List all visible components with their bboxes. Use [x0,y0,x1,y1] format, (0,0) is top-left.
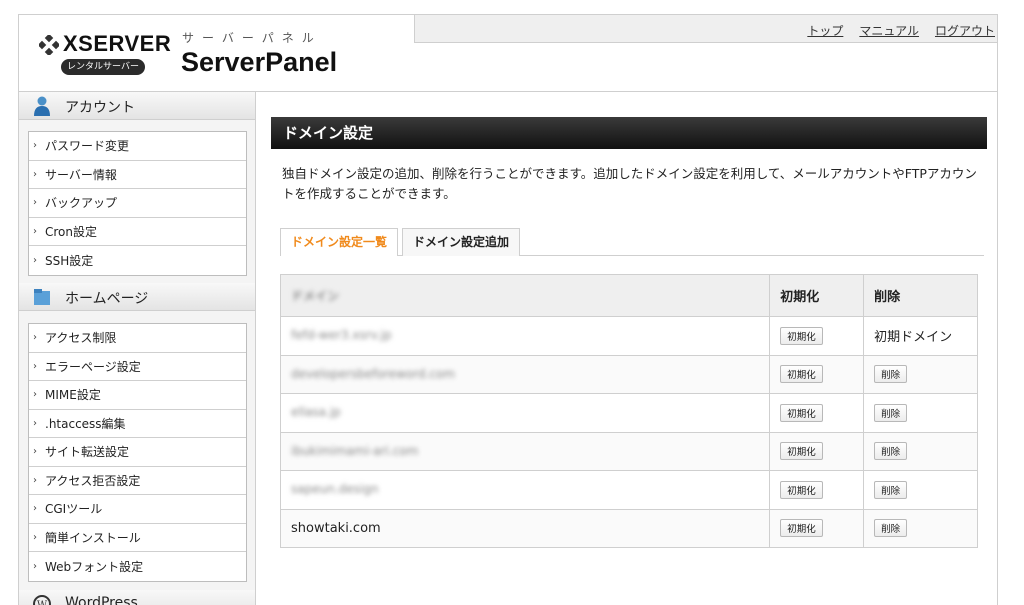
header-domain: ドメイン [280,274,770,317]
logout-link[interactable]: ログアウト [935,22,995,39]
table-row: ibukimimami-ari.com 初期化 削除 [280,432,978,471]
table-row: fefd-wer3.xsrv.jp 初期化 初期ドメイン [280,316,978,356]
arrow-icon: › [33,531,37,543]
sidebar-section-title: ホームページ [65,291,149,307]
panel-subtitle: サーバーパネル [182,31,322,45]
init-cell: 初期化 [769,316,864,356]
arrow-icon: › [33,197,37,209]
arrow-icon: › [33,446,37,458]
table-row: sapeun.design 初期化 削除 [280,470,978,510]
sidebar-section-title: WordPress [65,595,138,605]
sidebar-item-server-info[interactable]: › サーバー情報 [29,161,246,189]
init-button[interactable]: 初期化 [780,326,823,345]
arrow-icon: › [33,560,37,572]
sidebar-item-ssh[interactable]: › SSH設定 [29,246,246,275]
wordpress-icon: W [33,595,51,605]
manual-link[interactable]: マニュアル [859,22,919,39]
delete-button[interactable]: 削除 [874,519,908,538]
header-init: 初期化 [769,274,864,317]
sidebar-item-password[interactable]: › パスワード変更 [29,132,246,161]
header-delete: 削除 [863,274,978,317]
sidebar-list-account: › パスワード変更 › サーバー情報 › バックアップ › Cron設定 › SSH設定 [28,131,247,276]
sidebar-section-title: アカウント [65,100,135,116]
sidebar-item-mime[interactable]: › MIME設定 [29,381,246,410]
delete-cell: 削除 [863,355,978,394]
domain-cell: ibukimimami-ari.com [280,432,770,471]
sidebar-item-backup[interactable]: › バックアップ [29,189,246,218]
sidebar-item-cron[interactable]: › Cron設定 [29,218,246,246]
logo-area: XSERVER レンタルサーバー サーバーパネル ServerPanel [19,15,414,91]
init-button[interactable]: 初期化 [780,403,823,422]
arrow-icon: › [33,254,37,266]
domain-cell: ellasa.jp [280,393,770,433]
rental-badge: レンタルサーバー [61,59,145,75]
init-button[interactable]: 初期化 [780,480,823,499]
delete-button[interactable]: 削除 [874,480,908,499]
sidebar: アカウント › パスワード変更 › サーバー情報 › バックアップ › Cron設定 ›… [18,92,256,605]
svg-text:W: W [37,600,48,605]
delete-cell: 削除 [863,509,978,548]
domain-cell: fefd-wer3.xsrv.jp [280,316,770,356]
arrow-icon: › [33,389,37,401]
header-nav-bar: トップ マニュアル ログアウト [414,15,997,43]
table-row: showtaki.com 初期化 削除 [280,509,978,548]
sidebar-item-cgi[interactable]: › CGIツール [29,495,246,524]
page-title: ドメイン設定 [271,117,987,149]
init-button[interactable]: 初期化 [780,365,823,384]
sidebar-list-homepage: › アクセス制限 › エラーページ設定 › MIME設定 › .htaccess編集 ›… [28,323,247,582]
sidebar-item-htaccess[interactable]: › .htaccess編集 [29,410,246,438]
folder-icon [34,289,50,305]
delete-cell: 初期ドメイン [863,316,978,356]
sidebar-item-webfont[interactable]: › Webフォント設定 [29,552,246,581]
init-button[interactable]: 初期化 [780,519,823,538]
init-button[interactable]: 初期化 [780,442,823,461]
domain-cell: showtaki.com [280,509,770,548]
init-cell: 初期化 [769,432,864,471]
init-cell: 初期化 [769,393,864,433]
sidebar-item-site-forward[interactable]: › サイト転送設定 [29,438,246,467]
sidebar-section-wordpress: W WordPress [19,590,255,605]
delete-button[interactable]: 削除 [874,365,908,384]
arrow-icon: › [33,332,37,344]
panel-title: ServerPanel [181,47,338,77]
top-link[interactable]: トップ [807,22,843,39]
delete-cell: 削除 [863,470,978,510]
sidebar-item-access-deny[interactable]: › アクセス拒否設定 [29,467,246,495]
page-description: 独自ドメイン設定の追加、削除を行うことができます。追加したドメイン設定を利用して… [282,166,977,201]
delete-button[interactable]: 削除 [874,442,908,461]
sidebar-item-error-page[interactable]: › エラーページ設定 [29,353,246,381]
table-row: developersbeforeword.com 初期化 削除 [280,355,978,394]
xserver-logo-icon [39,35,59,55]
sidebar-item-easy-install[interactable]: › 簡単インストール [29,524,246,552]
sidebar-section-account: アカウント [19,92,255,120]
domain-table: ドメイン 初期化 削除 fefd-wer3.xsrv.jp 初期化 初期ドメイン… [280,274,978,548]
arrow-icon: › [33,168,37,180]
delete-button[interactable]: 削除 [874,403,908,422]
init-cell: 初期化 [769,509,864,548]
sidebar-item-access-limit[interactable]: › アクセス制限 [29,324,246,353]
arrow-icon: › [33,140,37,152]
init-cell: 初期化 [769,470,864,510]
delete-cell: 削除 [863,432,978,471]
sidebar-section-homepage: ホームページ [19,283,255,311]
tab-bar: ドメイン設定一覧 ドメイン設定追加 [280,228,984,256]
arrow-icon: › [33,503,37,515]
table-row: ellasa.jp 初期化 削除 [280,393,978,433]
table-header-row: ドメイン 初期化 削除 [280,274,978,317]
init-cell: 初期化 [769,355,864,394]
arrow-icon: › [33,360,37,372]
domain-cell: developersbeforeword.com [280,355,770,394]
domain-cell: sapeun.design [280,470,770,510]
arrow-icon: › [33,474,37,486]
page-header: XSERVER レンタルサーバー サーバーパネル ServerPanel トップ… [18,14,998,92]
person-icon [34,96,50,116]
arrow-icon: › [33,417,37,429]
delete-cell: 削除 [863,393,978,433]
tab-domain-list[interactable]: ドメイン設定一覧 [280,228,398,256]
main-content: ドメイン設定 独自ドメイン設定の追加、削除を行うことができます。追加したドメイン… [256,92,998,605]
brand-name: XSERVER [63,31,172,56]
tab-domain-add[interactable]: ドメイン設定追加 [402,228,520,256]
arrow-icon: › [33,225,37,237]
top-links: トップ マニュアル ログアウト [807,22,995,39]
